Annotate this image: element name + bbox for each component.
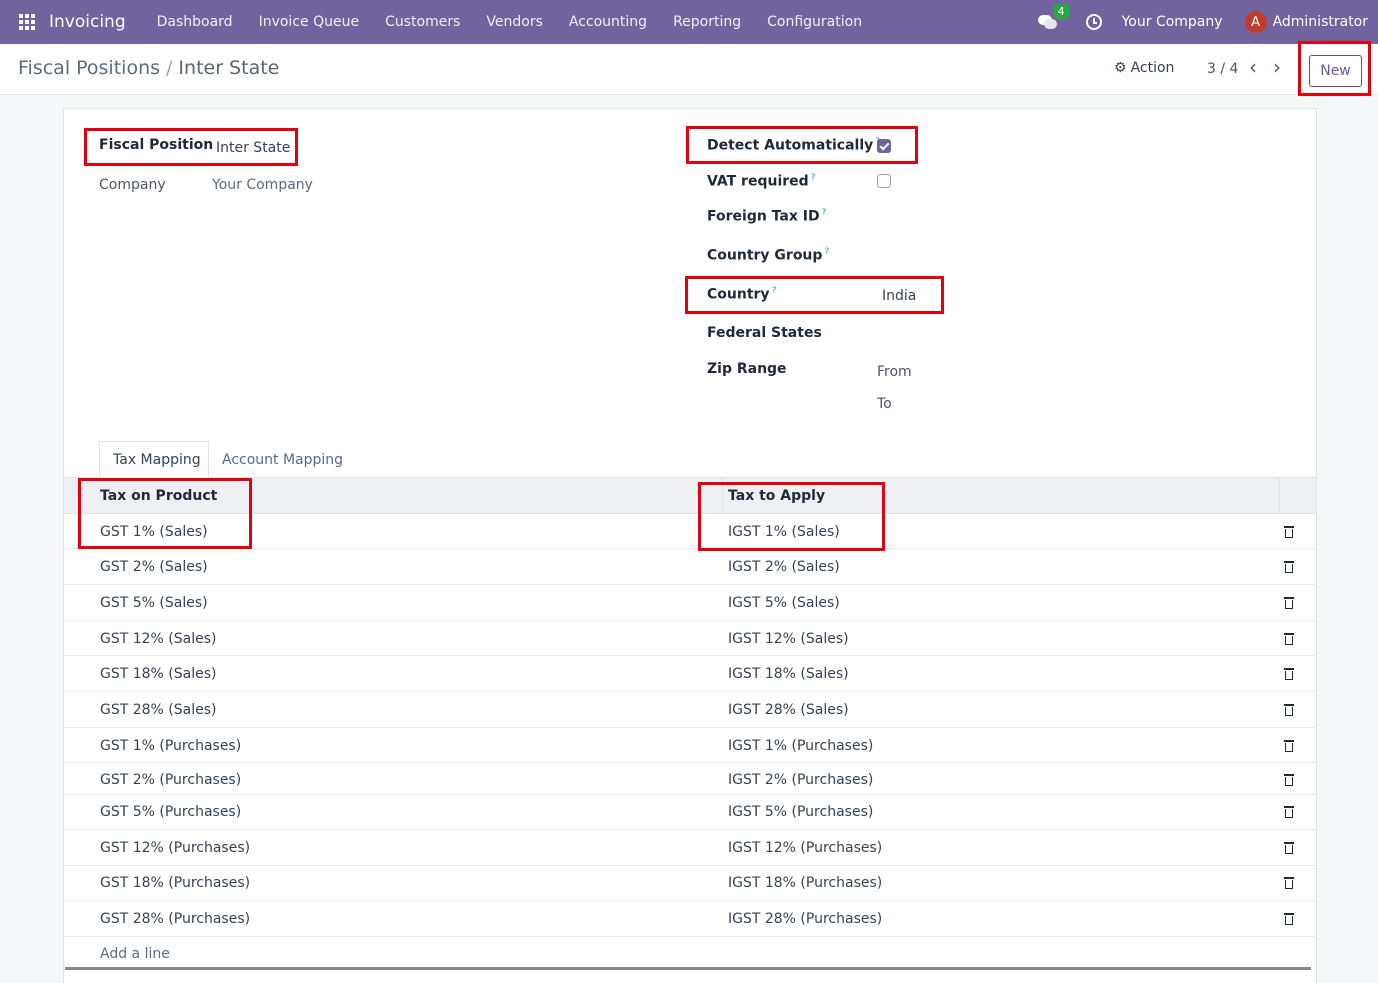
tax-to-apply-cell[interactable]: IGST 2% (Sales): [728, 559, 840, 575]
table-row[interactable]: GST 5% (Sales) IGST 5% (Sales): [64, 585, 1316, 621]
tax-on-product-cell[interactable]: GST 1% (Purchases): [100, 738, 241, 754]
highlight-fiscal-position: [84, 128, 298, 166]
trash-icon[interactable]: [1284, 842, 1294, 854]
help-icon[interactable]: ?: [811, 173, 816, 183]
tab-account-mapping[interactable]: Account Mapping: [209, 441, 356, 478]
federal-states-label: Federal States: [707, 325, 822, 341]
tax-to-apply-cell[interactable]: IGST 28% (Sales): [728, 702, 849, 718]
table-row[interactable]: GST 18% (Sales) IGST 18% (Sales): [64, 656, 1316, 692]
avatar[interactable]: A: [1244, 11, 1267, 33]
trash-icon[interactable]: [1284, 704, 1294, 716]
table-row[interactable]: GST 12% (Sales) IGST 12% (Sales): [64, 621, 1316, 656]
help-icon[interactable]: ?: [822, 208, 827, 218]
gear-icon: ⚙: [1114, 60, 1127, 76]
tax-on-product-cell[interactable]: GST 28% (Sales): [100, 702, 217, 718]
breadcrumb-current: Inter State: [178, 57, 280, 79]
tax-on-product-cell[interactable]: GST 5% (Purchases): [100, 804, 241, 820]
tax-to-apply-cell[interactable]: IGST 28% (Purchases): [728, 911, 882, 927]
app-name[interactable]: Invoicing: [49, 12, 126, 32]
menu-reporting[interactable]: Reporting: [673, 14, 741, 30]
table-row[interactable]: GST 2% (Purchases) IGST 2% (Purchases): [64, 763, 1316, 795]
action-button[interactable]: ⚙ Action: [1114, 60, 1174, 76]
trash-icon[interactable]: [1284, 633, 1294, 645]
chat-icon[interactable]: 4: [1037, 4, 1069, 31]
table-row[interactable]: GST 12% (Purchases) IGST 12% (Purchases): [64, 830, 1316, 866]
zip-from-field[interactable]: From: [877, 364, 912, 380]
tax-to-apply-cell[interactable]: IGST 12% (Purchases): [728, 840, 882, 856]
vat-required-checkbox[interactable]: [877, 174, 891, 188]
company-field[interactable]: Your Company: [212, 177, 313, 193]
trash-icon[interactable]: [1284, 877, 1294, 889]
action-label: Action: [1130, 60, 1175, 76]
chevron-right-icon[interactable]: ›: [1273, 56, 1281, 78]
menu-invoice-queue[interactable]: Invoice Queue: [259, 14, 360, 30]
highlight-country: [685, 276, 944, 314]
user-menu[interactable]: Administrator: [1273, 14, 1368, 30]
company-switcher[interactable]: Your Company: [1122, 14, 1223, 30]
tax-to-apply-cell[interactable]: IGST 5% (Purchases): [728, 804, 873, 820]
tax-on-product-cell[interactable]: GST 2% (Sales): [100, 559, 208, 575]
menu-customers[interactable]: Customers: [385, 14, 460, 30]
table-row[interactable]: GST 28% (Purchases) IGST 28% (Purchases): [64, 901, 1316, 937]
zip-range-label: Zip Range: [707, 361, 787, 377]
trash-icon[interactable]: [1284, 740, 1294, 752]
table-row[interactable]: GST 28% (Sales) IGST 28% (Sales): [64, 692, 1316, 728]
tax-on-product-cell[interactable]: GST 5% (Sales): [100, 595, 208, 611]
highlight-tax-to-apply: [698, 482, 885, 551]
menu-accounting[interactable]: Accounting: [569, 14, 647, 30]
tax-to-apply-cell[interactable]: IGST 5% (Sales): [728, 595, 840, 611]
table-row[interactable]: GST 5% (Purchases) IGST 5% (Purchases): [64, 795, 1316, 830]
trash-icon[interactable]: [1284, 668, 1294, 680]
trash-icon[interactable]: [1284, 913, 1294, 925]
chevron-left-icon[interactable]: ‹: [1249, 56, 1257, 78]
tab-tax-mapping[interactable]: Tax Mapping: [99, 441, 209, 478]
country-group-text: Country Group: [707, 247, 823, 264]
company-label: Company: [99, 177, 166, 193]
help-icon[interactable]: ?: [824, 247, 829, 257]
vat-required-text: VAT required: [707, 173, 809, 190]
tax-to-apply-cell[interactable]: IGST 18% (Sales): [728, 666, 849, 682]
country-group-label: Country Group?: [707, 247, 829, 264]
trash-icon[interactable]: [1284, 806, 1294, 818]
control-panel: Fiscal Positions / Inter State ⚙ Action 3 …: [0, 44, 1378, 95]
add-line-link[interactable]: Add a line: [100, 946, 170, 962]
breadcrumb: Fiscal Positions / Inter State: [18, 57, 279, 79]
tax-on-product-cell[interactable]: GST 12% (Sales): [100, 631, 217, 647]
top-navbar: Invoicing Dashboard Invoice Queue Custom…: [0, 0, 1378, 44]
highlight-new: [1298, 41, 1371, 96]
column-divider: [1279, 478, 1280, 514]
trash-icon[interactable]: [1284, 774, 1294, 786]
tax-on-product-cell[interactable]: GST 18% (Sales): [100, 666, 217, 682]
foreign-tax-id-label: Foreign Tax ID?: [707, 208, 826, 225]
tax-on-product-cell[interactable]: GST 2% (Purchases): [100, 772, 241, 788]
breadcrumb-fiscal-positions[interactable]: Fiscal Positions: [18, 57, 160, 79]
highlight-tax-on-product: [78, 478, 252, 549]
chat-count-badge: 4: [1053, 4, 1069, 19]
trash-icon[interactable]: [1284, 561, 1294, 573]
trash-icon[interactable]: [1284, 526, 1294, 538]
tax-to-apply-cell[interactable]: IGST 18% (Purchases): [728, 875, 882, 891]
vat-required-label: VAT required?: [707, 173, 815, 190]
tax-on-product-cell[interactable]: GST 18% (Purchases): [100, 875, 250, 891]
pager-value[interactable]: 3 / 4: [1207, 61, 1238, 77]
menu-dashboard[interactable]: Dashboard: [157, 14, 233, 30]
foreign-tax-id-text: Foreign Tax ID: [707, 208, 820, 225]
trash-icon[interactable]: [1284, 597, 1294, 609]
zip-to-field[interactable]: To: [877, 396, 892, 412]
menu-vendors[interactable]: Vendors: [486, 14, 542, 30]
tax-to-apply-cell[interactable]: IGST 1% (Purchases): [728, 738, 873, 754]
tax-to-apply-cell[interactable]: IGST 12% (Sales): [728, 631, 849, 647]
scroll-divider: [65, 967, 1311, 970]
apps-grid-icon[interactable]: [19, 14, 35, 30]
menu-configuration[interactable]: Configuration: [767, 14, 862, 30]
highlight-detect-automatically: [686, 126, 918, 164]
tax-on-product-cell[interactable]: GST 28% (Purchases): [100, 911, 250, 927]
tax-to-apply-cell[interactable]: IGST 2% (Purchases): [728, 772, 873, 788]
tax-on-product-cell[interactable]: GST 12% (Purchases): [100, 840, 250, 856]
table-row[interactable]: GST 2% (Sales) IGST 2% (Sales): [64, 549, 1316, 585]
table-row[interactable]: GST 1% (Purchases) IGST 1% (Purchases): [64, 728, 1316, 763]
activity-clock-icon[interactable]: [1085, 14, 1102, 30]
breadcrumb-separator: /: [166, 57, 173, 79]
table-row[interactable]: GST 18% (Purchases) IGST 18% (Purchases): [64, 866, 1316, 901]
